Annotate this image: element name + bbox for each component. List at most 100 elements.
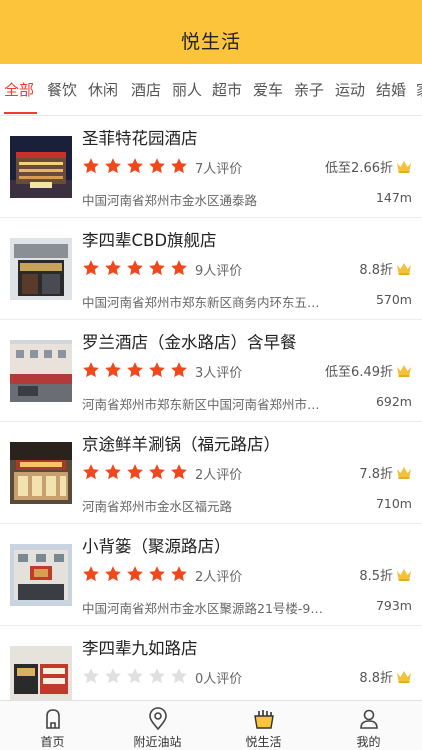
hotpot-storefront-photo bbox=[10, 442, 72, 504]
review-count: 2人评价 bbox=[195, 468, 243, 483]
rating-stars bbox=[82, 361, 188, 379]
nav-nearby-gas[interactable]: 附近油站 bbox=[105, 701, 210, 750]
star-icon bbox=[127, 668, 143, 684]
tab-all[interactable]: 全部 bbox=[4, 79, 34, 100]
discount-badge: 8.8折 bbox=[359, 259, 412, 278]
star-icon bbox=[149, 668, 165, 684]
discount-text: 低至6.49折 bbox=[325, 365, 393, 380]
tab-beauty[interactable]: 丽人 bbox=[172, 79, 202, 100]
shop-name: 罗兰酒店（金水路店）含早餐 bbox=[82, 333, 297, 352]
star-icon bbox=[171, 362, 187, 378]
shop-item[interactable]: 小背篓（聚源路店） 2人评价 8.5折 中国河南省郑州市金水区聚源路21号楼-9… bbox=[0, 524, 422, 626]
rating-stars bbox=[82, 667, 188, 685]
location-pin-icon bbox=[148, 707, 167, 731]
crown-icon bbox=[397, 569, 411, 581]
shop-name: 小背篓（聚源路店） bbox=[82, 537, 231, 556]
star-icon bbox=[105, 464, 121, 480]
star-icon bbox=[105, 668, 121, 684]
tab-supermarket[interactable]: 超市 bbox=[212, 79, 242, 100]
nav-mine-label: 我的 bbox=[356, 735, 381, 749]
star-icon bbox=[127, 260, 143, 276]
shop-address: 中国河南省郑州市郑东新区商务内环东五… bbox=[82, 295, 320, 310]
page-title: 悦生活 bbox=[180, 31, 241, 53]
bottom-navigation: 首页 附近油站 悦生活 我的 bbox=[0, 700, 422, 750]
star-icon bbox=[127, 566, 143, 582]
nav-life[interactable]: 悦生活 bbox=[211, 701, 316, 750]
star-icon bbox=[149, 158, 165, 174]
star-icon bbox=[127, 158, 143, 174]
star-icon bbox=[127, 464, 143, 480]
tab-car[interactable]: 爱车 bbox=[253, 79, 283, 100]
star-icon bbox=[171, 260, 187, 276]
shop-name: 李四辈九如路店 bbox=[82, 639, 198, 658]
star-icon bbox=[149, 566, 165, 582]
rating-stars bbox=[82, 463, 188, 481]
discount-text: 8.8折 bbox=[359, 671, 393, 686]
tab-leisure[interactable]: 休闲 bbox=[88, 79, 118, 100]
shop-address: 河南省郑州市金水区福元路 bbox=[82, 499, 233, 514]
shop-sign-photo bbox=[10, 646, 72, 708]
discount-badge: 低至6.49折 bbox=[325, 361, 412, 380]
shopping-bag-icon bbox=[253, 710, 274, 729]
tab-hotel[interactable]: 酒店 bbox=[131, 79, 161, 100]
star-icon bbox=[149, 260, 165, 276]
review-count: 2人评价 bbox=[195, 570, 243, 585]
nav-home-label: 首页 bbox=[40, 735, 65, 749]
star-icon bbox=[83, 668, 99, 684]
shop-name: 李四辈CBD旗舰店 bbox=[82, 231, 217, 250]
shop-distance: 147m bbox=[375, 190, 412, 205]
nav-home[interactable]: 首页 bbox=[0, 701, 105, 750]
nav-nearby-gas-label: 附近油站 bbox=[133, 735, 182, 749]
shop-item[interactable]: 圣菲特花园酒店 7人评价 低至2.66折 中国河南省郑州市金水区通泰路 147m bbox=[0, 116, 422, 218]
star-icon bbox=[149, 464, 165, 480]
shop-item[interactable]: 罗兰酒店（金水路店）含早餐 3人评价 低至6.49折 河南省郑州市郑东新区中国河… bbox=[0, 320, 422, 422]
discount-text: 8.8折 bbox=[359, 263, 393, 278]
category-tabs: 全部 餐饮 休闲 酒店 丽人 超市 爱车 亲子 运动 结婚 家 bbox=[0, 64, 422, 116]
hotel-night-photo bbox=[10, 136, 72, 198]
star-icon bbox=[127, 362, 143, 378]
nav-mine[interactable]: 我的 bbox=[316, 701, 421, 750]
shop-list: 圣菲特花园酒店 7人评价 低至2.66折 中国河南省郑州市金水区通泰路 147m… bbox=[0, 116, 422, 728]
nav-life-label: 悦生活 bbox=[245, 735, 282, 749]
shop-name: 圣菲特花园酒店 bbox=[82, 129, 198, 148]
hotel-street-photo bbox=[10, 340, 72, 402]
review-count: 7人评价 bbox=[195, 162, 243, 177]
app-header: 悦生活 bbox=[0, 0, 422, 64]
crown-icon bbox=[397, 161, 411, 173]
discount-text: 7.8折 bbox=[359, 467, 393, 482]
tab-dining[interactable]: 餐饮 bbox=[47, 79, 77, 100]
shop-distance: 570m bbox=[375, 292, 412, 307]
shop-address: 中国河南省郑州市金水区聚源路21号楼-9… bbox=[82, 601, 323, 616]
tab-sports[interactable]: 运动 bbox=[335, 79, 365, 100]
crown-icon bbox=[397, 263, 411, 275]
tab-home[interactable]: 家 bbox=[416, 79, 422, 100]
rating-stars bbox=[82, 565, 188, 583]
shop-address: 中国河南省郑州市金水区通泰路 bbox=[82, 193, 258, 208]
star-icon bbox=[83, 362, 99, 378]
tab-wedding[interactable]: 结婚 bbox=[376, 79, 406, 100]
star-icon bbox=[83, 464, 99, 480]
shop-item[interactable]: 李四辈CBD旗舰店 9人评价 8.8折 中国河南省郑州市郑东新区商务内环东五… … bbox=[0, 218, 422, 320]
review-count: 0人评价 bbox=[195, 672, 243, 687]
crown-icon bbox=[397, 467, 411, 479]
crown-icon bbox=[397, 671, 411, 683]
star-icon bbox=[105, 362, 121, 378]
star-icon bbox=[105, 566, 121, 582]
discount-badge: 8.8折 bbox=[359, 667, 412, 686]
restaurant-building-photo bbox=[10, 544, 72, 606]
discount-badge: 7.8折 bbox=[359, 463, 412, 482]
star-icon bbox=[171, 566, 187, 582]
discount-badge: 8.5折 bbox=[359, 565, 412, 584]
star-icon bbox=[171, 464, 187, 480]
rating-stars bbox=[82, 259, 188, 277]
review-count: 9人评价 bbox=[195, 264, 243, 279]
shop-item[interactable]: 京途鲜羊涮锅（福元路店） 2人评价 7.8折 河南省郑州市金水区福元路 710m bbox=[0, 422, 422, 524]
home-icon bbox=[45, 709, 60, 729]
review-count: 3人评价 bbox=[195, 366, 243, 381]
star-icon bbox=[83, 566, 99, 582]
discount-text: 低至2.66折 bbox=[325, 161, 393, 176]
shop-distance: 692m bbox=[375, 394, 412, 409]
tab-family[interactable]: 亲子 bbox=[294, 79, 324, 100]
restaurant-storefront-photo bbox=[10, 238, 72, 300]
crown-icon bbox=[397, 365, 411, 377]
